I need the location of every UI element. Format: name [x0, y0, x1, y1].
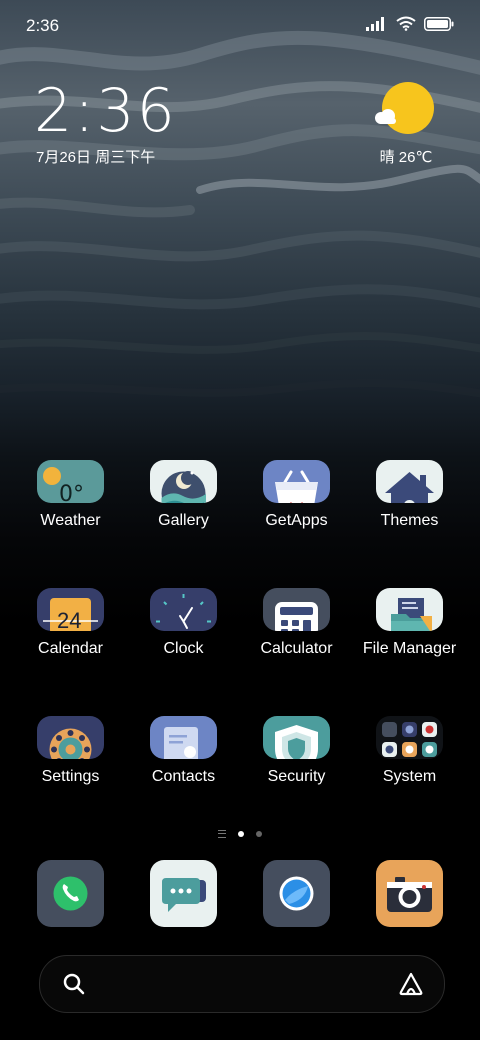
app-label: Contacts [151, 768, 216, 785]
dock [14, 860, 466, 927]
app-label: Weather [40, 512, 101, 529]
page-indicator [0, 830, 480, 838]
wifi-icon [396, 16, 416, 31]
app-grid: 0° Weather Gallery GetApps Themes 24 Cal… [14, 460, 466, 844]
phone-icon [37, 860, 104, 927]
app-label: Security [267, 768, 326, 785]
weather-app-icon: 0° [37, 460, 104, 503]
sun-cloud-icon [375, 82, 434, 134]
file-manager-icon [376, 588, 443, 631]
app-label: Clock [163, 640, 204, 657]
dock-browser[interactable] [240, 860, 353, 927]
weather-icon-temp: 0° [59, 482, 84, 503]
app-calculator[interactable]: Calculator [240, 588, 353, 658]
search-bar[interactable] [39, 955, 445, 1013]
app-folder-system[interactable]: System [353, 716, 466, 786]
clock-icon [150, 588, 217, 631]
app-label: Calculator [260, 640, 333, 657]
camera-icon [376, 860, 443, 927]
dock-messaging[interactable] [127, 860, 240, 927]
home-clock[interactable]: 2:36 [34, 76, 177, 146]
app-label: Gallery [158, 512, 209, 529]
calendar-icon: 24 [37, 588, 104, 631]
app-weather[interactable]: 0° Weather [14, 460, 127, 530]
gallery-icon [150, 460, 217, 503]
app-file-manager[interactable]: File Manager [353, 588, 466, 658]
search-icon [63, 973, 85, 995]
battery-icon [424, 16, 454, 31]
weather-text: 晴 26℃ [379, 149, 433, 166]
app-security[interactable]: Security [240, 716, 353, 786]
feed-indicator-icon[interactable] [218, 830, 226, 838]
themes-icon [376, 460, 443, 503]
getapps-icon [263, 460, 330, 503]
status-time: 2:36 [26, 16, 60, 35]
weather-widget[interactable]: 晴 26℃ [366, 82, 446, 167]
dock-camera[interactable] [353, 860, 466, 927]
security-icon [263, 716, 330, 759]
app-getapps[interactable]: GetApps [240, 460, 353, 530]
app-label: GetApps [265, 512, 328, 529]
assistant-icon[interactable] [398, 972, 424, 996]
calculator-icon [263, 588, 330, 631]
system-folder-icon [376, 716, 443, 759]
signal-icon [366, 16, 384, 31]
status-bar: 2:36 [0, 0, 480, 52]
app-gallery[interactable]: Gallery [127, 460, 240, 530]
home-date: 7月26日 周三下午 [36, 149, 156, 166]
app-label: Calendar [38, 640, 103, 657]
app-label: Settings [41, 768, 100, 785]
app-label: File Manager [362, 640, 457, 657]
app-settings[interactable]: Settings [14, 716, 127, 786]
dock-phone[interactable] [14, 860, 127, 927]
page-dot-1[interactable] [238, 831, 244, 837]
app-calendar[interactable]: 24 Calendar [14, 588, 127, 658]
app-clock[interactable]: Clock [127, 588, 240, 658]
wallpaper [0, 30, 480, 398]
messaging-icon [150, 860, 217, 927]
app-label: Themes [380, 512, 439, 529]
calendar-day: 24 [57, 608, 82, 631]
browser-icon [263, 860, 330, 927]
contacts-icon [150, 716, 217, 759]
app-label: System [382, 768, 437, 785]
app-contacts[interactable]: Contacts [127, 716, 240, 786]
settings-icon [37, 716, 104, 759]
app-themes[interactable]: Themes [353, 460, 466, 530]
page-dot-2[interactable] [256, 831, 262, 837]
